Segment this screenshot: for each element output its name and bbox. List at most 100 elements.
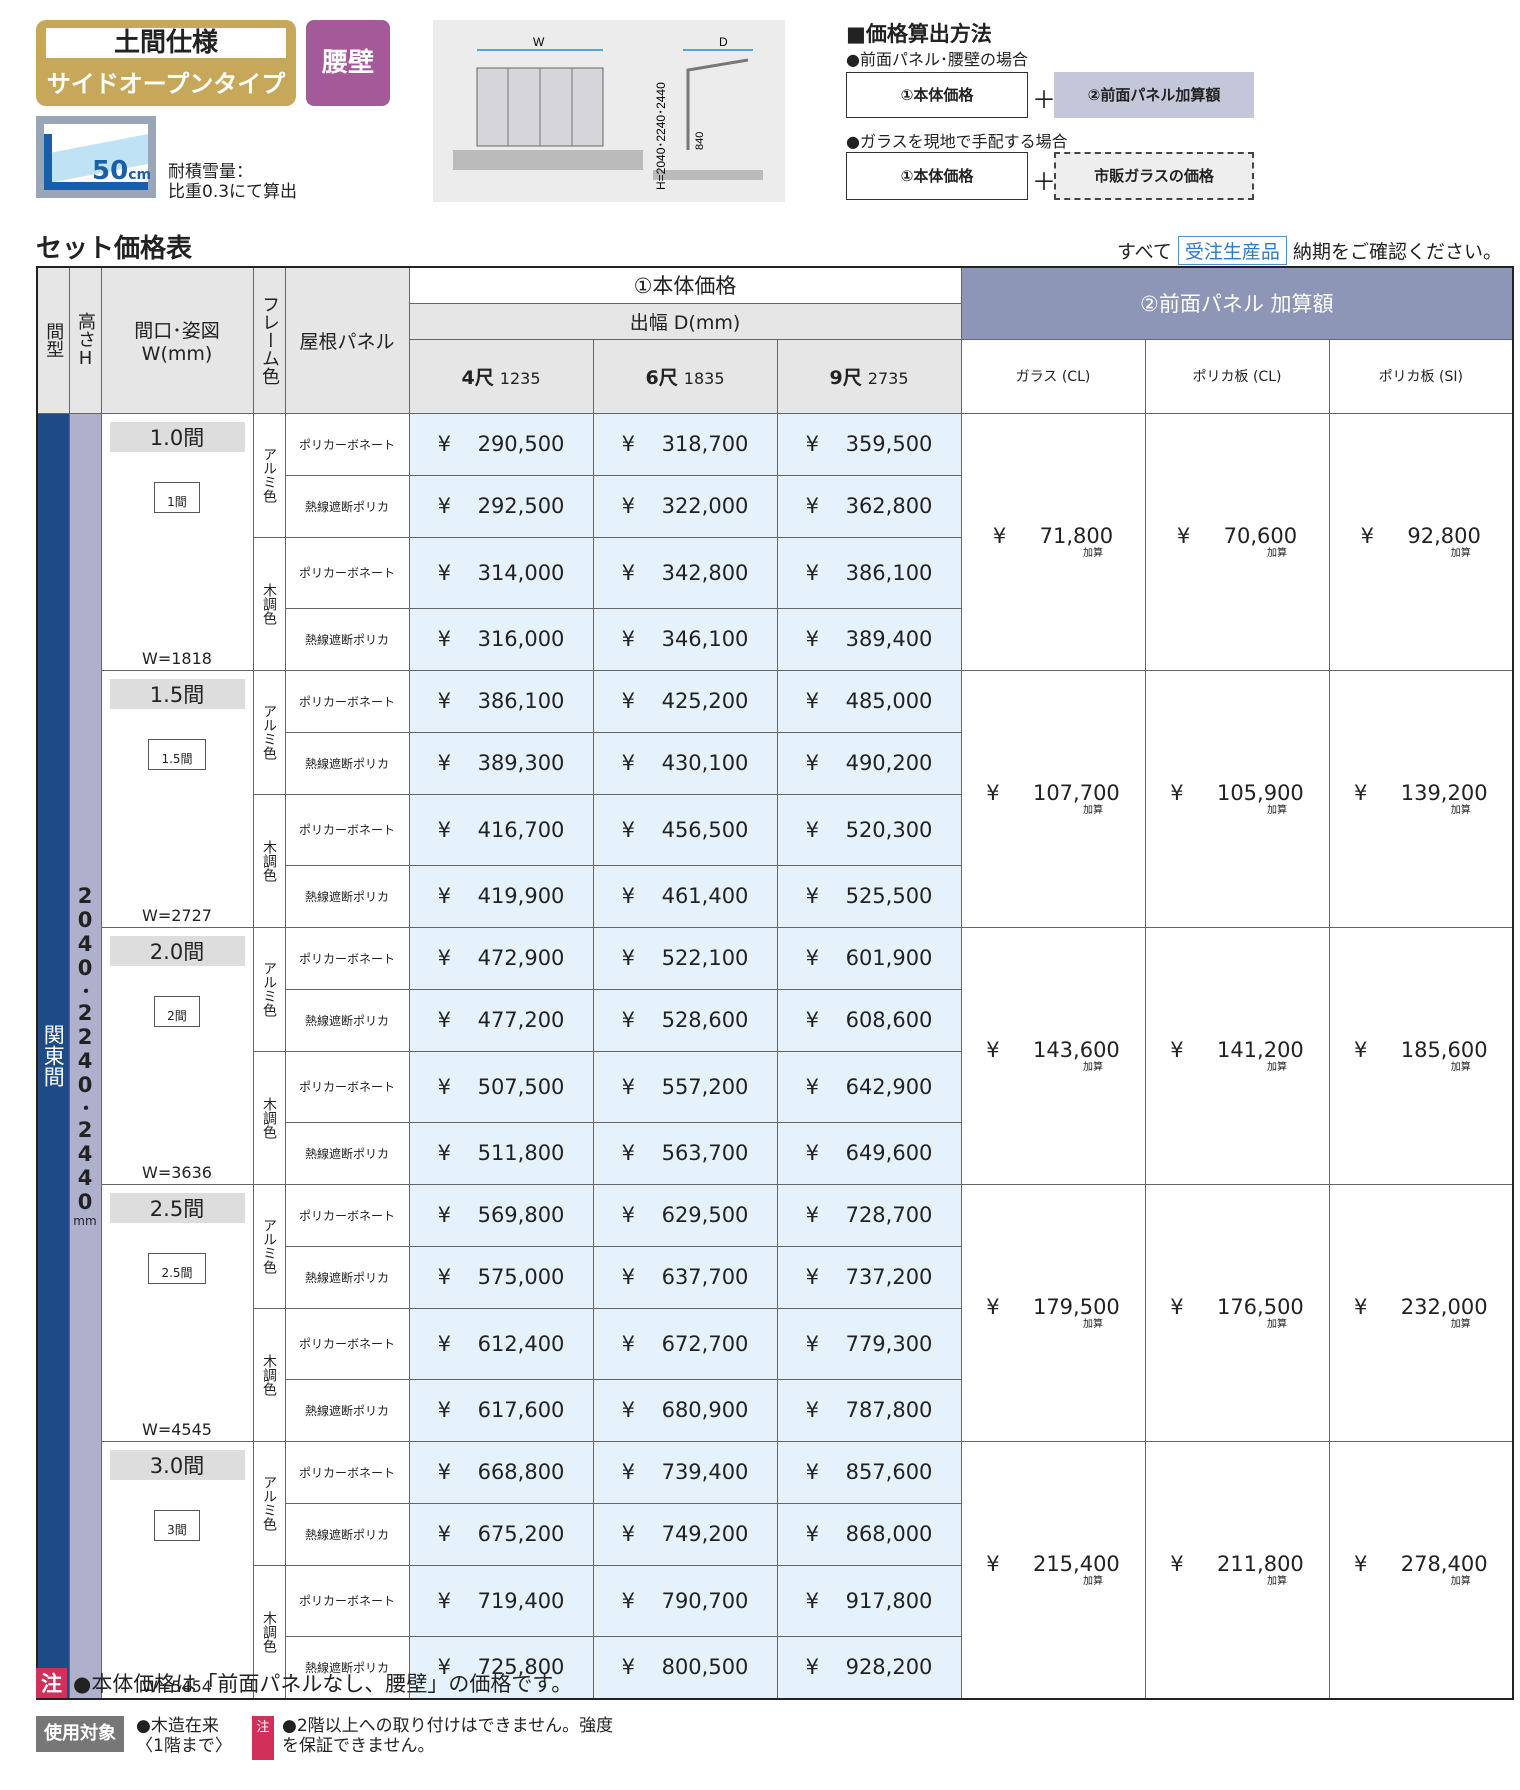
header-frame: フレーム色 bbox=[252, 266, 286, 414]
roof-panel-cell: 熱線遮断ポリカ bbox=[284, 1502, 410, 1566]
diagram-h: H=2040･2240･2440 bbox=[654, 82, 668, 190]
price-cell: ¥749,200 bbox=[592, 1502, 778, 1566]
diagram-w: W bbox=[533, 35, 545, 49]
price-cell: ¥416,700 bbox=[408, 793, 594, 866]
front-panel-price-cell: ¥ 141,200 加算 bbox=[1144, 926, 1330, 1185]
frame-color-cell: 木調色 bbox=[252, 1307, 286, 1442]
width-cell: 1.5間 1.5間 W=2727 bbox=[100, 669, 254, 928]
header-col-4shaku: 4尺 1235 bbox=[408, 338, 594, 414]
price-cell: ¥857,600 bbox=[776, 1440, 962, 1504]
width-cell: 2.5間 2.5間 W=4545 bbox=[100, 1183, 254, 1442]
price-cell: ¥917,800 bbox=[776, 1564, 962, 1637]
roof-panel-cell: ポリカーボネート bbox=[284, 1307, 410, 1380]
case2-glass-box: 市販ガラスの価格 bbox=[1054, 152, 1254, 200]
price-cell: ¥675,200 bbox=[408, 1502, 594, 1566]
price-cell: ¥737,200 bbox=[776, 1245, 962, 1309]
price-cell: ¥322,000 bbox=[592, 474, 778, 538]
price-cell: ¥637,700 bbox=[592, 1245, 778, 1309]
price-cell: ¥800,500 bbox=[592, 1636, 778, 1699]
usage-note: ●2階以上への取り付けはできません。強度を保証できません。 bbox=[282, 1716, 614, 1756]
price-cell: ¥389,400 bbox=[776, 607, 962, 671]
price-table: 間型 高さH 間口･姿図 W(mm) フレーム色 屋根パネル ①本体価格 ②前面… bbox=[36, 266, 1515, 1700]
front-panel-price-cell: ¥ 107,700 加算 bbox=[960, 669, 1146, 928]
width-text: W=3636 bbox=[142, 1162, 212, 1182]
roof-panel-cell: 熱線遮断ポリカ bbox=[284, 1378, 410, 1442]
case1-body-box: ①本体価格 bbox=[846, 72, 1028, 118]
roof-panel-cell: ポリカーボネート bbox=[284, 669, 410, 733]
width-text: W=4545 bbox=[142, 1419, 212, 1439]
price-cell: ¥612,400 bbox=[408, 1307, 594, 1380]
diagram-d: D bbox=[719, 35, 728, 49]
width-cell: 3.0間 3間 W=5454 bbox=[100, 1440, 254, 1699]
snow-note-line1: 耐積雪量： bbox=[168, 162, 253, 182]
span-label: 2.0間 bbox=[109, 935, 245, 966]
table-row: 関東間 2040･2240･2440 mm 1.0間 1間 W=1818 アルミ色 ポリカーボ… bbox=[36, 412, 1514, 1699]
body-price-note: 注 ●本体価格は「前面パネルなし、腰壁」の価格です。 bbox=[36, 1668, 572, 1698]
front-panel-price-cell: ¥ 232,000 加算 bbox=[1328, 1183, 1514, 1442]
frame-color-cell: アルミ色 bbox=[252, 412, 286, 538]
header-body-price: ①本体価格 bbox=[408, 266, 962, 304]
plus-sign: ＋ bbox=[1032, 86, 1056, 114]
header-height: 高さH bbox=[68, 266, 102, 414]
price-cell: ¥485,000 bbox=[776, 669, 962, 733]
usage-text: ●木造在来 〈1階まで〉 bbox=[136, 1716, 232, 1756]
price-cell: ¥928,200 bbox=[776, 1636, 962, 1699]
front-panel-price-cell: ¥ 211,800 加算 bbox=[1144, 1440, 1330, 1699]
carport-icon: 2間 bbox=[154, 995, 200, 1027]
width-text: W=1818 bbox=[142, 648, 212, 668]
usage-tag: 使用対象 bbox=[36, 1716, 124, 1752]
price-cell: ¥290,500 bbox=[408, 412, 594, 476]
span-label: 2.5間 bbox=[109, 1192, 245, 1223]
price-cell: ¥728,700 bbox=[776, 1183, 962, 1247]
width-cell: 2.0間 2間 W=3636 bbox=[100, 926, 254, 1185]
roof-panel-cell: 熱線遮断ポリカ bbox=[284, 731, 410, 795]
front-panel-price-cell: ¥ 70,600 加算 bbox=[1144, 412, 1330, 671]
calc-case2: ●ガラスを現地で手配する場合 bbox=[846, 132, 1068, 151]
snow-unit: cm bbox=[128, 167, 152, 183]
case2-body-box: ①本体価格 bbox=[846, 152, 1028, 200]
price-cell: ¥389,300 bbox=[408, 731, 594, 795]
price-cell: ¥642,900 bbox=[776, 1050, 962, 1123]
price-cell: ¥719,400 bbox=[408, 1564, 594, 1637]
carport-icon: 3間 bbox=[154, 1509, 200, 1541]
roof-panel-cell: 熱線遮断ポリカ bbox=[284, 1121, 410, 1185]
roof-panel-cell: ポリカーボネート bbox=[284, 412, 410, 476]
front-panel-price-cell: ¥ 185,600 加算 bbox=[1328, 926, 1514, 1185]
header-front-panel: ②前面パネル 加算額 bbox=[960, 266, 1514, 340]
roof-panel-cell: 熱線遮断ポリカ bbox=[284, 1245, 410, 1309]
header-roof: 屋根パネル bbox=[284, 266, 410, 414]
order-note: すべて 受注生産品 納期をご確認ください。 bbox=[1117, 236, 1502, 265]
price-cell: ¥563,700 bbox=[592, 1121, 778, 1185]
front-panel-price-cell: ¥ 215,400 加算 bbox=[960, 1440, 1146, 1699]
snow-note: 耐積雪量： 比重0.3にて算出 bbox=[168, 162, 297, 202]
roof-panel-cell: ポリカーボネート bbox=[284, 1050, 410, 1123]
price-cell: ¥680,900 bbox=[592, 1378, 778, 1442]
spec-badge: 土間仕様 サイドオープンタイプ bbox=[36, 20, 296, 106]
roof-panel-cell: ポリカーボネート bbox=[284, 926, 410, 990]
frame-color-cell: アルミ色 bbox=[252, 1183, 286, 1309]
header-col-9shaku: 9尺 2735 bbox=[776, 338, 962, 414]
span-label: 1.0間 bbox=[109, 421, 245, 452]
price-cell: ¥672,700 bbox=[592, 1307, 778, 1380]
usage-note-tag: 注 bbox=[252, 1716, 274, 1760]
dimension-diagram: W D H=2040･2240･2440 840 bbox=[433, 20, 785, 202]
price-cell: ¥569,800 bbox=[408, 1183, 594, 1247]
frame-color-cell: 木調色 bbox=[252, 536, 286, 671]
order-note-prefix: すべて bbox=[1116, 241, 1172, 263]
spec-badge-subtitle: サイドオープンタイプ bbox=[46, 70, 286, 98]
price-cell: ¥507,500 bbox=[408, 1050, 594, 1123]
table-row: 3.0間 3間 W=5454 アルミ色 ポリカーボネート ¥668,800 ¥739,400… bbox=[37, 1440, 1514, 1699]
header-col-6shaku: 6尺 1835 bbox=[592, 338, 778, 414]
price-cell: ¥629,500 bbox=[592, 1183, 778, 1247]
header-glass-cl: ガラス (CL) bbox=[960, 338, 1146, 414]
front-panel-price-cell: ¥ 179,500 加算 bbox=[960, 1183, 1146, 1442]
price-cell: ¥668,800 bbox=[408, 1440, 594, 1504]
snow-note-line2: 比重0.3にて算出 bbox=[168, 182, 298, 202]
made-to-order-tag: 受注生産品 bbox=[1177, 236, 1287, 265]
roof-panel-cell: 熱線遮断ポリカ bbox=[284, 474, 410, 538]
price-cell: ¥739,400 bbox=[592, 1440, 778, 1504]
span-label: 1.5間 bbox=[109, 678, 245, 709]
carport-icon: 1間 bbox=[154, 481, 200, 513]
price-cell: ¥346,100 bbox=[592, 607, 778, 671]
price-cell: ¥520,300 bbox=[776, 793, 962, 866]
